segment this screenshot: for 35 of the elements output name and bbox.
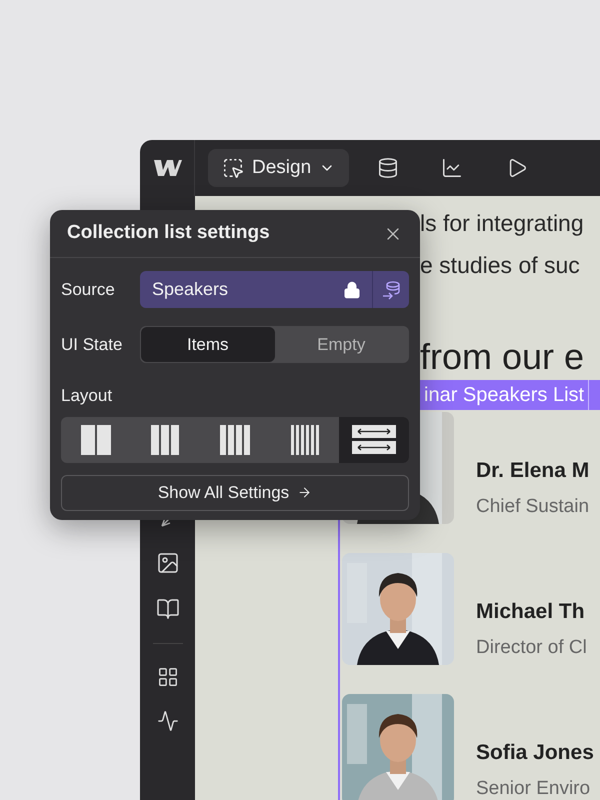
show-all-settings-button[interactable]: Show All Settings	[61, 474, 409, 510]
image-icon[interactable]	[156, 551, 180, 575]
arrow-right-icon	[297, 485, 312, 500]
database-arrow-icon[interactable]	[381, 280, 401, 300]
paragraph-text: ls for integrating	[420, 209, 585, 238]
source-select[interactable]: Speakers	[140, 271, 409, 308]
columns-layout-icon	[220, 424, 250, 454]
chart-icon[interactable]	[441, 157, 464, 179]
speaker-title: Chief Sustain	[476, 494, 590, 518]
speaker-title: Senior Enviro	[476, 776, 592, 800]
paragraph-text: e studies of suc	[420, 251, 581, 280]
speaker-name: Dr. Elena M	[476, 458, 590, 484]
state-option[interactable]: Empty	[274, 327, 408, 362]
columns-layout-icon	[80, 424, 111, 454]
speaker-name: Sofia Jones	[476, 740, 594, 766]
label-bar	[589, 380, 600, 410]
pulse-icon[interactable]	[156, 710, 178, 732]
collection-label: inar Speakers List	[420, 380, 590, 410]
heading-text: from our e	[420, 335, 586, 379]
layout-option[interactable]	[339, 416, 409, 462]
design-mode-button[interactable]: Design	[208, 149, 350, 187]
logo-icon	[152, 158, 182, 178]
dialog-title: Collection list settings	[67, 221, 270, 246]
speaker-title: Director of Cl	[476, 636, 587, 660]
book-icon[interactable]	[156, 597, 180, 621]
cursor-frame-icon	[222, 157, 244, 179]
columns-layout-icon	[290, 424, 319, 454]
columns-layout-icon	[151, 424, 180, 454]
field-label: UI State	[61, 334, 124, 356]
field-label: Layout	[61, 385, 114, 407]
rows-layout-icon	[352, 424, 396, 454]
speaker-name: Michael Th	[476, 599, 586, 625]
field-label: Source	[61, 278, 116, 301]
database-icon[interactable]	[377, 157, 400, 179]
state-option[interactable]: Items	[141, 327, 274, 362]
